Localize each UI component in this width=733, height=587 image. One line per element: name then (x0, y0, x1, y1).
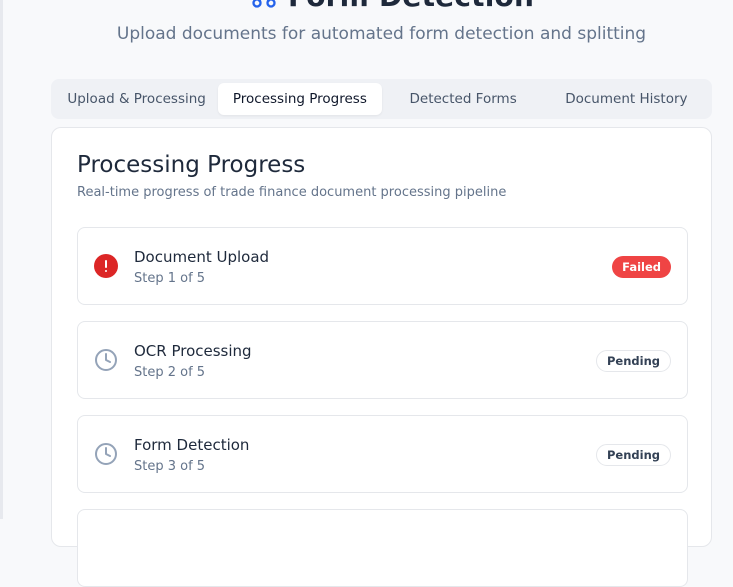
status-badge: Failed (612, 256, 671, 278)
processing-progress-card: Processing Progress Real-time progress o… (51, 127, 712, 547)
step-document-upload: Document Upload Step 1 of 5 Failed (77, 227, 688, 305)
step-number: Step 1 of 5 (134, 271, 205, 286)
step-number: Step 2 of 5 (134, 365, 205, 380)
tab-processing-progress[interactable]: Processing Progress (218, 83, 381, 115)
page-subtitle: Upload documents for automated form dete… (0, 24, 733, 44)
step-number: Step 3 of 5 (134, 459, 205, 474)
status-badge: Pending (596, 350, 671, 372)
step-name: Document Upload (134, 248, 269, 266)
clock-icon (94, 442, 118, 466)
error-icon (94, 254, 118, 278)
card-description: Real-time progress of trade finance docu… (77, 185, 506, 200)
card-title: Processing Progress (77, 152, 305, 178)
step-ocr-processing: OCR Processing Step 2 of 5 Pending (77, 321, 688, 399)
status-badge: Pending (596, 444, 671, 466)
step-next-partial (77, 509, 688, 587)
step-name: OCR Processing (134, 342, 252, 360)
tab-document-history[interactable]: Document History (545, 83, 708, 115)
step-form-detection: Form Detection Step 3 of 5 Pending (77, 415, 688, 493)
tab-upload-processing[interactable]: Upload & Processing (55, 83, 218, 115)
page-title: Form Detection (288, 0, 534, 13)
tab-bar: Upload & Processing Processing Progress … (51, 79, 712, 119)
page-header: Form Detection Upload documents for auto… (0, 0, 733, 60)
page-left-border (0, 0, 3, 519)
step-name: Form Detection (134, 436, 249, 454)
tab-detected-forms[interactable]: Detected Forms (382, 83, 545, 115)
clock-icon (94, 348, 118, 372)
scissors-icon (250, 0, 278, 10)
title-row: Form Detection (250, 0, 534, 11)
